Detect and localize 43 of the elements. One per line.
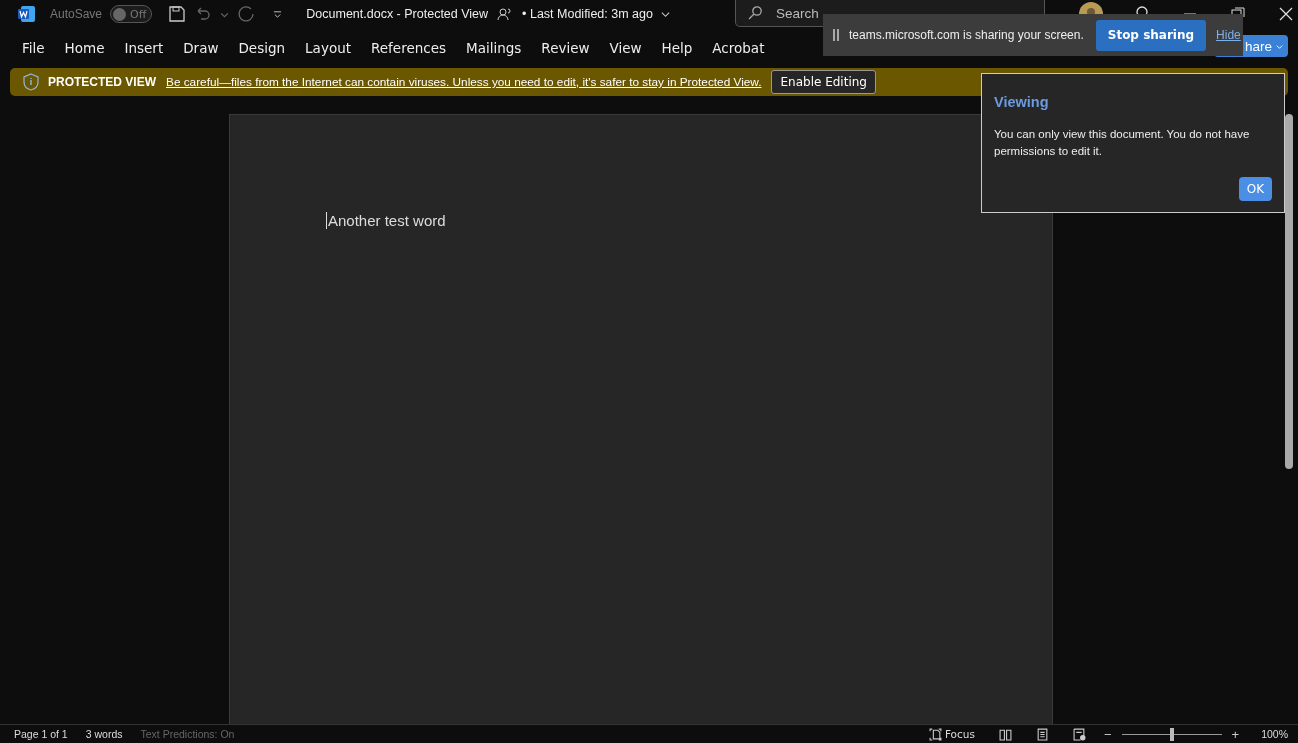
ribbon-tab[interactable]: References	[361, 40, 456, 56]
ribbon-tab[interactable]: Design	[228, 40, 296, 56]
ribbon-tab[interactable]: Insert	[114, 40, 174, 56]
autosave-toggle[interactable]: Off	[110, 5, 153, 23]
ribbon-tab[interactable]: Draw	[173, 40, 229, 56]
word-count[interactable]: 3 words	[85, 728, 123, 740]
chevron-icon[interactable]	[660, 9, 670, 19]
zoom-level[interactable]: 100%	[1261, 728, 1288, 740]
popup-message: You can only view this document. You do not have permissions to edit it.	[994, 127, 1251, 159]
web-layout-icon[interactable]	[1072, 727, 1086, 741]
protected-view-title: PROTECTED VIEW	[48, 75, 156, 89]
popup-title: Viewing	[994, 94, 1050, 110]
focus-button[interactable]: Focus	[928, 727, 975, 741]
word-logo-icon	[18, 5, 36, 23]
ribbon-tab[interactable]: File	[12, 40, 55, 56]
search-icon	[748, 6, 762, 20]
read-mode-icon[interactable]	[998, 727, 1012, 741]
zoom-in-button[interactable]: +	[1231, 726, 1240, 742]
page-count[interactable]: Page 1 of 1	[14, 728, 68, 740]
ribbon-tab[interactable]: View	[599, 40, 652, 56]
ribbon-tab[interactable]: Acrobat	[702, 40, 775, 56]
ribbon-tab[interactable]: Home	[54, 40, 115, 56]
sharing-message: teams.microsoft.com is sharing your screen.	[849, 28, 1084, 42]
shield-icon	[22, 73, 40, 91]
last-modified[interactable]: • Last Modified: 3m ago	[522, 7, 653, 21]
redo-icon[interactable]	[237, 5, 256, 23]
focus-icon	[928, 727, 942, 741]
save-icon[interactable]	[168, 5, 187, 23]
document-title: Document.docx - Protected View	[306, 7, 489, 21]
autosave-label: AutoSave	[50, 7, 103, 21]
ribbon-tab[interactable]: Mailings	[456, 40, 532, 56]
pause-icon	[833, 29, 839, 41]
close-icon[interactable]	[1277, 5, 1295, 23]
document-text: Another test word	[326, 212, 446, 229]
ribbon-tab[interactable]: Help	[651, 40, 703, 56]
zoom-out-button[interactable]: −	[1103, 726, 1112, 742]
print-layout-icon[interactable]	[1035, 727, 1049, 741]
ribbon-tab[interactable]: Review	[531, 40, 600, 56]
customize-icon[interactable]	[273, 9, 283, 19]
ribbon-tab[interactable]: Layout	[295, 40, 361, 56]
protected-view-link[interactable]: Be careful—files from the Internet can contain viruses. Unless you need to edit, it's safer to stay in Protected View.	[166, 75, 762, 89]
stop-sharing-button[interactable]: Stop sharing	[1095, 19, 1207, 51]
enable-editing-button[interactable]: Enable Editing	[771, 70, 876, 94]
